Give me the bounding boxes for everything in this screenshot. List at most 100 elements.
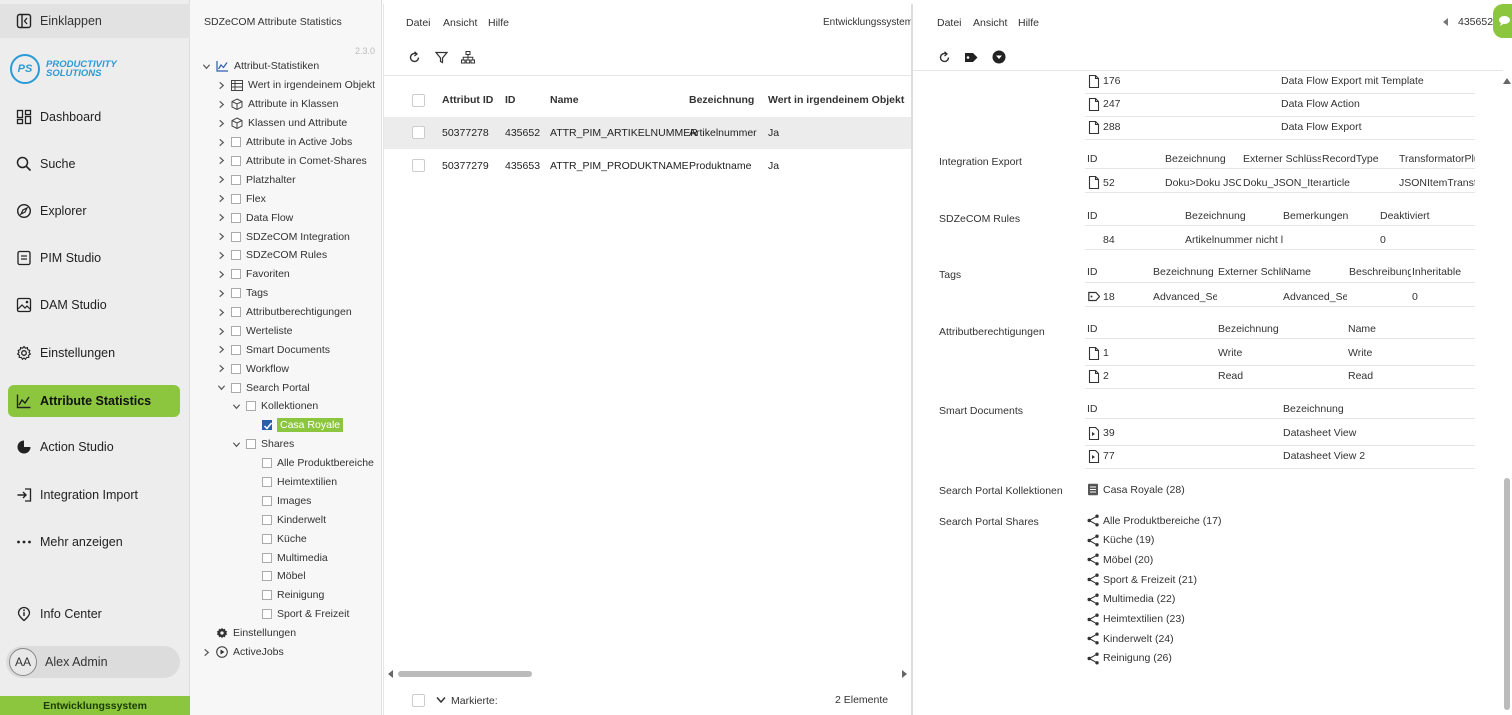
checkbox[interactable] [262,609,272,620]
tree-item-share[interactable]: Möbel [262,567,306,585]
column-header[interactable]: ID [505,94,516,106]
nav-item-mehr-anzeigen[interactable]: Mehr anzeigen [8,526,180,558]
share-link[interactable]: Heimtextilien (23) [1087,613,1185,626]
tree-item-einstellungen[interactable]: Einstellungen [216,624,296,642]
checkbox[interactable] [231,231,241,242]
back-icon[interactable] [1443,18,1449,26]
nav-item-dashboard[interactable]: Dashboard [8,101,180,133]
nav-item-integration-import[interactable]: Integration Import [8,479,180,511]
share-link[interactable]: Sport & Freizeit (21) [1087,573,1197,586]
nav-item-info-center[interactable]: Info Center [8,598,180,630]
tree-item-shares[interactable]: Shares [232,435,294,453]
checkbox[interactable] [231,155,241,166]
checkbox[interactable] [231,363,241,374]
tree-item[interactable]: Werteliste [217,322,293,340]
scroll-right-icon[interactable] [901,670,907,678]
chevron-down-icon[interactable] [436,696,446,704]
tree-item-casa-royale[interactable]: Casa Royale [262,416,344,434]
share-link[interactable]: Alle Produktbereiche (17) [1087,514,1221,527]
tree-item[interactable]: Tags [217,284,268,302]
nav-item-explorer[interactable]: Explorer [8,195,180,227]
nav-item-pim-studio[interactable]: PIM Studio [8,242,180,274]
checked-checkbox[interactable] [262,420,273,430]
checkbox[interactable] [262,590,272,601]
checkbox[interactable] [262,458,272,468]
nav-item-einstellungen[interactable]: Einstellungen [8,337,180,369]
checkbox[interactable] [231,288,241,299]
checkbox[interactable] [231,269,241,280]
column-header[interactable]: Attribut ID [442,94,493,106]
checkbox[interactable] [231,174,241,185]
tree-item-kollektionen[interactable]: Kollektionen [232,397,318,415]
checkbox[interactable] [262,476,272,487]
tree-item-share[interactable]: Images [262,492,311,510]
refresh-icon[interactable] [938,51,951,64]
tree-item-share[interactable]: Reinigung [262,586,324,604]
row-checkbox[interactable] [412,159,425,172]
checkbox[interactable] [231,250,241,261]
table-row[interactable]: 50377278 435652 ATTR_PIM_ARTIKELNUMMER A… [384,117,911,149]
checkbox[interactable] [262,571,272,582]
menu-datei[interactable]: Datei [406,17,431,29]
row-checkbox[interactable] [412,126,425,139]
chat-button[interactable] [1493,4,1512,38]
scroll-up-icon[interactable] [1503,78,1511,84]
tree-item[interactable]: Smart Documents [217,341,330,359]
checkbox[interactable] [231,193,241,204]
nav-item-suche[interactable]: Suche [8,148,180,180]
share-link[interactable]: Multimedia (22) [1087,593,1175,606]
checkbox[interactable] [262,552,272,563]
share-link[interactable]: Küche (19) [1087,534,1154,547]
tree-root[interactable]: Attribut-Statistiken [202,57,319,75]
user-menu[interactable]: AA Alex Admin [6,646,180,678]
share-link[interactable]: Kinderwelt (24) [1087,632,1174,645]
tag-icon[interactable] [964,51,979,64]
menu-datei[interactable]: Datei [937,17,962,29]
scrollbar-thumb[interactable] [1504,478,1510,710]
tree-item-attribute-in-klassen[interactable]: Attribute in Klassen [217,95,338,113]
checkbox[interactable] [262,514,272,525]
menu-ansicht[interactable]: Ansicht [973,17,1007,29]
checkbox[interactable] [262,533,272,544]
tree-item[interactable]: Search Portal [217,379,310,397]
horizontal-scrollbar[interactable] [388,668,907,680]
footer-checkbox[interactable] [412,694,425,707]
tree-item-activejobs[interactable]: ActiveJobs [202,643,284,661]
nav-item-attribute-statistics[interactable]: Attribute Statistics [8,385,180,417]
scrollbar-thumb[interactable] [398,671,532,677]
hierarchy-icon[interactable] [461,51,475,64]
column-header[interactable]: Wert in irgendeinem Objekt [768,94,904,106]
tree-item-klassen-und-attribute[interactable]: Klassen und Attribute [217,114,347,132]
tree-item[interactable]: Flex [217,190,266,208]
checkbox[interactable] [231,307,241,318]
refresh-icon[interactable] [408,51,421,64]
checkbox[interactable] [231,137,241,147]
chevron-circle-down-icon[interactable] [992,50,1006,64]
tree-item-wert[interactable]: Wert in irgendeinem Objekt [217,76,375,94]
column-header[interactable]: Name [550,94,579,106]
table-row[interactable]: 50377279 435653 ATTR_PIM_PRODUKTNAME Pro… [384,150,911,182]
column-header[interactable]: Bezeichnung [689,94,754,106]
checkbox[interactable] [231,344,241,355]
tree-item[interactable]: Attribute in Comet-Shares [217,152,367,170]
menu-hilfe[interactable]: Hilfe [488,17,509,29]
nav-item-action-studio[interactable]: Action Studio [8,431,180,463]
tree-item-share[interactable]: Heimtextilien [262,473,337,491]
tree-item[interactable]: Attribute in Active Jobs [217,133,352,151]
scroll-left-icon[interactable] [388,670,394,678]
select-all-checkbox[interactable] [412,94,425,107]
checkbox[interactable] [246,439,256,449]
share-link[interactable]: Reinigung (26) [1087,652,1172,665]
filter-icon[interactable] [435,51,448,64]
vertical-scrollbar[interactable] [1502,76,1512,715]
tree-item[interactable]: Workflow [217,360,289,378]
tree-item[interactable]: SDZeCOM Integration [217,228,350,246]
nav-item-dam-studio[interactable]: DAM Studio [8,289,180,321]
share-link[interactable]: Möbel (20) [1087,553,1153,566]
tree-item[interactable]: Attributberechtigungen [217,303,352,321]
tree-item-share[interactable]: Multimedia [262,549,328,567]
tree-item[interactable]: Data Flow [217,209,293,227]
collection-link[interactable]: Casa Royale (28) [1087,483,1185,496]
tree-item-share[interactable]: Alle Produktbereiche [262,454,374,472]
menu-hilfe[interactable]: Hilfe [1018,17,1039,29]
